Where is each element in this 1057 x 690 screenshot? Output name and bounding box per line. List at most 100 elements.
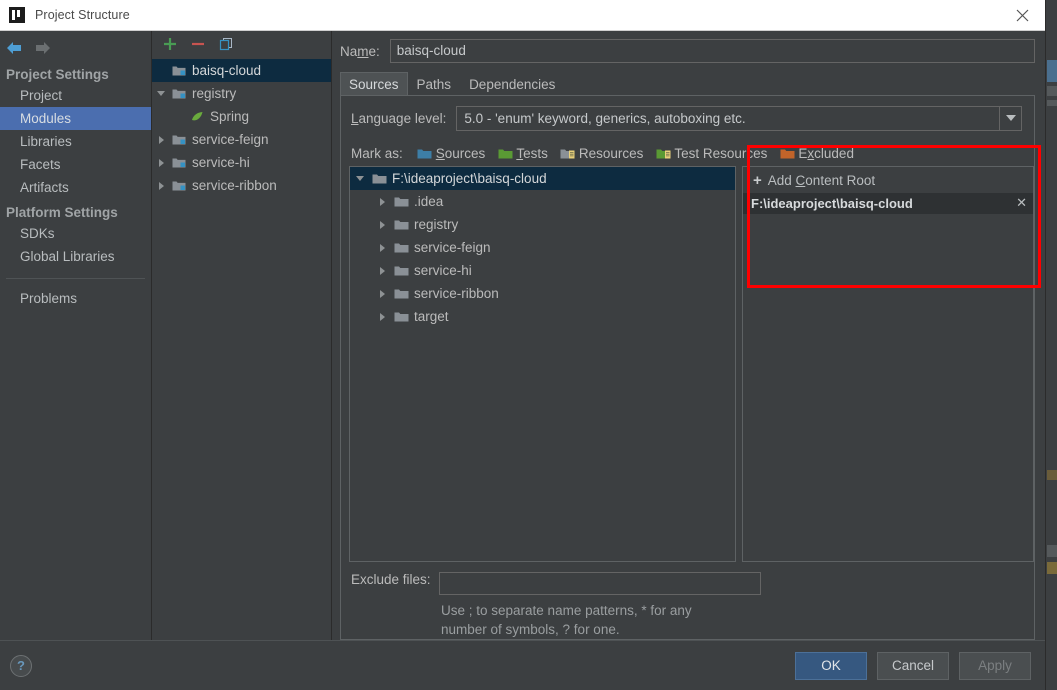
ok-button[interactable]: OK [795,652,867,680]
tree-row-label: .idea [414,194,443,209]
cancel-button[interactable]: Cancel [877,652,949,680]
window-title: Project Structure [35,8,130,22]
tree-toggle[interactable] [350,176,370,181]
mark-as-excluded-button[interactable]: Excluded [779,145,854,161]
content-roots-panel: + Add Content Root F:\ideaproject\baisq-… [742,166,1034,562]
name-input[interactable]: baisq-cloud [390,39,1035,63]
language-level-select[interactable]: 5.0 - 'enum' keyword, generics, autoboxi… [456,106,1022,131]
spring-leaf-icon [188,110,206,123]
module-tree[interactable]: baisq-cloud registry [152,57,331,640]
module-item-label: service-ribbon [192,178,277,193]
sources-tab-panel: Language level: 5.0 - 'enum' keyword, ge… [340,95,1035,640]
tree-toggle[interactable] [372,244,392,252]
mark-as-sources-button[interactable]: Sources [417,145,486,161]
intellij-idea-logo [9,7,25,23]
module-item-label: service-hi [192,155,250,170]
module-item-baisq-cloud[interactable]: baisq-cloud [152,59,331,82]
mark-as-label-sources: Sources [436,146,486,161]
add-content-root-button[interactable]: + Add Content Root [743,167,1033,193]
tree-row-registry[interactable]: registry [350,213,735,236]
module-icon [170,64,188,77]
module-item-spring[interactable]: Spring [152,105,331,128]
tree-toggle[interactable] [152,182,170,190]
tree-row-target[interactable]: target [350,305,735,328]
tree-toggle[interactable] [372,313,392,321]
sidebar-item-global-libraries[interactable]: Global Libraries [0,245,151,268]
language-level-row: Language level: 5.0 - 'enum' keyword, ge… [341,96,1034,140]
tree-toggle[interactable] [372,198,392,206]
folder-sources-icon [417,145,433,161]
sidebar-item-libraries[interactable]: Libraries [0,130,151,153]
tree-toggle[interactable] [152,91,170,96]
nav-group-label-platform-settings: Platform Settings [0,199,151,222]
module-item-label: Spring [210,109,249,124]
module-list-panel: baisq-cloud registry [152,31,332,640]
minus-icon[interactable] [190,36,206,52]
tree-row-service-feign[interactable]: service-feign [350,236,735,259]
module-item-service-hi[interactable]: service-hi [152,151,331,174]
close-icon[interactable] [999,0,1045,31]
tree-toggle[interactable] [152,159,170,167]
tree-row-idea[interactable]: .idea [350,190,735,213]
module-item-label: baisq-cloud [192,63,261,78]
exclude-files-input[interactable] [439,572,761,595]
module-icon [170,179,188,192]
mark-as-test-resources-button[interactable]: Test Resources [655,145,767,161]
folder-icon [392,241,410,254]
chevron-down-icon[interactable] [999,107,1021,130]
apply-button[interactable]: Apply [959,652,1031,680]
module-item-registry[interactable]: registry [152,82,331,105]
module-toolbar [152,31,331,57]
dialog-body: Project Settings Project Modules Librari… [0,31,1045,640]
sidebar-item-modules[interactable]: Modules [0,107,151,130]
tab-sources[interactable]: Sources [340,72,408,95]
close-icon[interactable]: ✕ [1016,196,1027,211]
module-item-service-feign[interactable]: service-feign [152,128,331,151]
sidebar-item-problems[interactable]: Problems [0,287,151,310]
folder-icon [392,310,410,323]
folder-resources-icon [560,145,576,161]
tree-row-label: registry [414,217,458,232]
tab-paths[interactable]: Paths [408,72,461,95]
sidebar-item-facets[interactable]: Facets [0,153,151,176]
sidebar-item-sdks[interactable]: SDKs [0,222,151,245]
tree-row-label: F:\ideaproject\baisq-cloud [392,171,547,186]
mark-as-label-test-resources: Test Resources [674,146,767,161]
tree-toggle[interactable] [372,267,392,275]
tree-row-content-root[interactable]: F:\ideaproject\baisq-cloud [350,167,735,190]
exclude-files-hint: Use ; to separate name patterns, * for a… [341,595,1034,639]
tree-toggle[interactable] [372,290,392,298]
detail-tabs: Sources Paths Dependencies [340,71,1045,95]
background-ide-window [1045,0,1057,690]
plus-icon: + [753,172,762,189]
module-item-label: service-feign [192,132,269,147]
folder-tests-icon [497,145,513,161]
mark-as-resources-button[interactable]: Resources [560,145,644,161]
content-area: F:\ideaproject\baisq-cloud .idea [341,166,1034,562]
tree-row-service-ribbon[interactable]: service-ribbon [350,282,735,305]
tree-toggle[interactable] [372,221,392,229]
nav-arrows [0,35,151,61]
module-item-label: registry [192,86,236,101]
plus-icon[interactable] [162,36,178,52]
sidebar-item-project[interactable]: Project [0,84,151,107]
arrow-left-icon[interactable] [4,39,24,57]
folder-test-resources-icon [655,145,671,161]
exclude-hint-line-2: number of symbols, ? for one. [441,620,1034,639]
content-root-item[interactable]: F:\ideaproject\baisq-cloud ✕ [743,193,1033,214]
content-root-tree[interactable]: F:\ideaproject\baisq-cloud .idea [349,166,736,562]
sidebar-item-artifacts[interactable]: Artifacts [0,176,151,199]
module-item-service-ribbon[interactable]: service-ribbon [152,174,331,197]
tab-dependencies[interactable]: Dependencies [460,72,564,95]
help-icon[interactable]: ? [10,655,32,677]
mark-as-tests-button[interactable]: Tests [497,145,548,161]
nav-group-label-project-settings: Project Settings [0,61,151,84]
module-icon [170,133,188,146]
copy-icon[interactable] [218,36,234,52]
tree-toggle[interactable] [152,136,170,144]
help-glyph: ? [17,658,25,673]
project-structure-dialog: Project Structure Project Settings [0,0,1045,690]
exclude-hint-line-1: Use ; to separate name patterns, * for a… [441,601,1034,620]
tree-row-service-hi[interactable]: service-hi [350,259,735,282]
arrow-right-icon[interactable] [32,39,52,57]
